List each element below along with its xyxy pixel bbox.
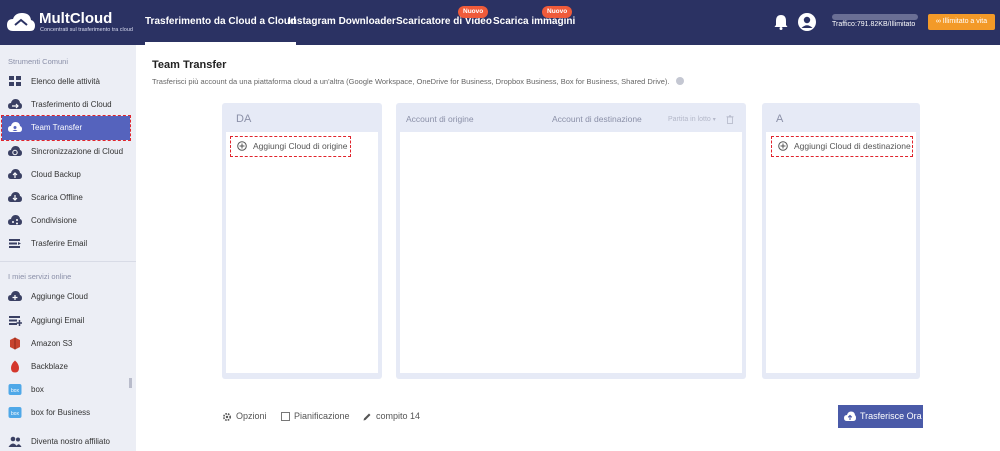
infinity-icon: ∞ — [935, 18, 941, 25]
plus-circle-icon — [237, 141, 247, 151]
sidebar-scrollbar[interactable] — [129, 378, 132, 388]
sidebar-item-label: Aggiungi Email — [31, 316, 85, 325]
sidebar-item-add-cloud[interactable]: Aggiunge Cloud — [0, 285, 136, 308]
cloud-sync-icon — [8, 146, 22, 156]
sidebar-item-add-email[interactable]: Aggiungi Email — [0, 309, 136, 332]
add-target-cloud-button[interactable]: Aggiungi Cloud di destinazione — [771, 136, 913, 157]
schedule-label[interactable]: Pianificazione — [294, 411, 350, 421]
backblaze-icon — [11, 360, 19, 373]
sidebar-item-team-transfer[interactable]: Team Transfer — [1, 115, 131, 141]
sidebar-item-cloud-backup[interactable]: Cloud Backup — [0, 163, 136, 186]
sidebar-item-box-business[interactable]: box box for Business — [0, 401, 136, 424]
traffic-progress-bar — [832, 14, 918, 20]
amazon-s3-icon — [10, 337, 20, 350]
user-avatar-icon[interactable] — [798, 13, 816, 31]
bell-icon[interactable] — [773, 14, 789, 30]
sidebar-item-label: Cloud Backup — [31, 170, 81, 179]
sidebar-item-label: Condivisione — [31, 216, 77, 225]
page-description: Trasferisci più account da una piattafor… — [152, 77, 684, 86]
sidebar-item-label: Diventa nostro affiliato — [31, 437, 111, 446]
logo-subtitle: Concentrati sul trasferimento tra cloud — [40, 27, 133, 33]
sidebar-divider — [0, 261, 136, 262]
page-title: Team Transfer — [152, 59, 227, 71]
logo-title: MultCloud — [39, 10, 113, 27]
sidebar-item-amazon-s3[interactable]: Amazon S3 — [0, 332, 136, 355]
add-cloud-icon — [8, 291, 22, 301]
sidebar-item-backblaze[interactable]: Backblaze — [0, 355, 136, 378]
cloud-upload-icon — [844, 411, 856, 421]
page-description-text: Trasferisci più account da una piattafor… — [152, 77, 670, 86]
sidebar-section-my-services: I miei servizi online — [8, 272, 72, 281]
options-button[interactable]: Opzioni — [236, 411, 267, 421]
sidebar-item-label: Scarica Offline — [31, 193, 83, 202]
nav-tab-instagram-downloader[interactable]: Instagram Downloader — [288, 0, 396, 45]
sidebar-item-label: Trasferire Email — [31, 239, 88, 248]
help-icon[interactable] — [675, 77, 684, 85]
traffic-text: Traffico:791.82KB/Illimitato — [832, 21, 916, 28]
logo-cloud-icon — [7, 13, 35, 31]
svg-text:box: box — [11, 388, 20, 394]
top-navigation-bar: MultCloud Concentrati sul trasferimento … — [0, 0, 1000, 45]
plus-circle-icon — [778, 141, 788, 151]
sidebar-item-label: box for Business — [31, 408, 91, 417]
schedule-checkbox[interactable] — [281, 412, 290, 421]
cloud-backup-icon — [8, 169, 22, 179]
sidebar-item-label: box — [31, 385, 44, 394]
pencil-icon[interactable] — [362, 412, 372, 422]
batch-match-label: Partita in lotto — [668, 116, 711, 123]
email-transfer-icon — [9, 239, 21, 248]
chevron-down-icon: ▾ — [712, 117, 716, 123]
target-panel-header: A — [776, 113, 784, 125]
affiliate-icon — [8, 436, 22, 447]
sidebar-item-label: Backblaze — [31, 362, 68, 371]
sidebar-item-cloud-sync[interactable]: Sincronizzazione di Cloud — [0, 140, 136, 163]
team-transfer-icon — [8, 122, 22, 132]
source-panel-body: Aggiungi Cloud di origine — [226, 132, 378, 373]
multcloud-logo[interactable]: MultCloud Concentrati sul trasferimento … — [6, 8, 136, 38]
add-source-cloud-button[interactable]: Aggiungi Cloud di origine — [230, 136, 351, 157]
svg-text:box: box — [11, 411, 20, 417]
new-badge: Nuovo — [542, 6, 573, 18]
account-mapping-panel: Account di origine Account di destinazio… — [396, 103, 746, 379]
target-panel-body: Aggiungi Cloud di destinazione — [766, 132, 916, 373]
box-icon: box — [8, 384, 22, 395]
sidebar-item-label: Aggiunge Cloud — [31, 292, 88, 301]
sidebar-item-sharing[interactable]: Condivisione — [0, 209, 136, 232]
sidebar: Strumenti Comuni Elenco delle attività T… — [0, 45, 136, 451]
add-email-icon — [9, 316, 22, 326]
sidebar-item-label: Trasferimento di Cloud — [31, 100, 112, 109]
sidebar-item-offline-download[interactable]: Scarica Offline — [0, 186, 136, 209]
add-source-cloud-label: Aggiungi Cloud di origine — [253, 141, 348, 151]
upgrade-label: Illimitato a vita — [942, 18, 988, 25]
new-badge: Nuovo — [458, 6, 489, 18]
nav-tab-cloud-transfer[interactable]: Trasferimento da Cloud a Cloud — [145, 0, 297, 45]
target-panel: A Aggiungi Cloud di destinazione — [762, 103, 920, 379]
cloud-transfer-icon — [8, 99, 22, 109]
sidebar-section-common-tools: Strumenti Comuni — [8, 57, 69, 66]
offline-download-icon — [8, 192, 22, 202]
sidebar-item-label: Sincronizzazione di Cloud — [31, 147, 124, 156]
trash-icon[interactable] — [726, 115, 734, 124]
task-name[interactable]: compito 14 — [376, 411, 420, 421]
sidebar-item-task-list[interactable]: Elenco delle attività — [0, 70, 136, 93]
sidebar-item-label: Team Transfer — [31, 123, 83, 132]
account-mapping-body — [400, 132, 742, 373]
gear-icon[interactable] — [222, 412, 232, 422]
sidebar-item-email-transfer[interactable]: Trasferire Email — [0, 232, 136, 255]
source-panel: DA Aggiungi Cloud di origine — [222, 103, 382, 379]
box-business-icon: box — [8, 407, 22, 418]
transfer-now-label: Trasferisce Ora — [860, 411, 922, 421]
share-icon — [8, 215, 22, 225]
source-panel-header: DA — [236, 113, 252, 125]
add-target-cloud-label: Aggiungi Cloud di destinazione — [794, 141, 911, 151]
transfer-now-button[interactable]: Trasferisce Ora — [838, 405, 923, 428]
upgrade-button[interactable]: ∞ Illimitato a vita — [928, 14, 995, 30]
sidebar-item-affiliate[interactable]: Diventa nostro affiliato — [0, 430, 136, 451]
main-content: Team Transfer Trasferisci più account da… — [136, 45, 1000, 451]
grid-icon — [9, 76, 21, 86]
sidebar-item-label: Elenco delle attività — [31, 77, 100, 86]
sidebar-item-label: Amazon S3 — [31, 339, 73, 348]
sidebar-item-cloud-transfer[interactable]: Trasferimento di Cloud — [0, 93, 136, 116]
sidebar-item-box[interactable]: box box — [0, 378, 136, 401]
